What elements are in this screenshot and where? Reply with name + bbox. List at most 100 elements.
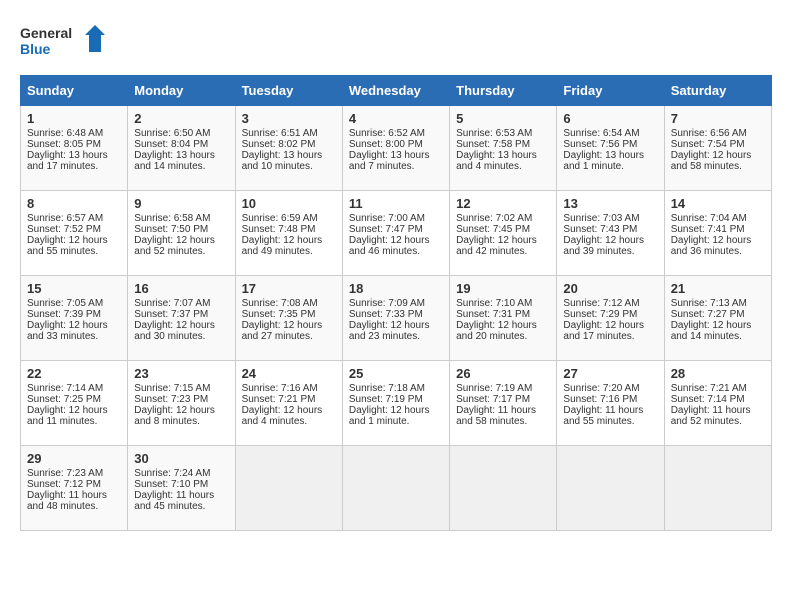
day-number: 23	[134, 366, 228, 381]
sunset-label: Sunset: 7:48 PM	[242, 224, 316, 235]
daylight-label: Daylight: 13 hours and 10 minutes.	[242, 150, 323, 172]
calendar-table: SundayMondayTuesdayWednesdayThursdayFrid…	[20, 75, 772, 531]
calendar-header-row: SundayMondayTuesdayWednesdayThursdayFrid…	[21, 76, 772, 106]
daylight-label: Daylight: 12 hours and 17 minutes.	[563, 320, 644, 342]
sunset-label: Sunset: 7:10 PM	[134, 479, 208, 490]
calendar-cell: 8 Sunrise: 6:57 AM Sunset: 7:52 PM Dayli…	[21, 191, 128, 276]
daylight-label: Daylight: 11 hours and 55 minutes.	[563, 405, 643, 427]
calendar-cell: 13 Sunrise: 7:03 AM Sunset: 7:43 PM Dayl…	[557, 191, 664, 276]
sunrise-label: Sunrise: 7:05 AM	[27, 298, 103, 309]
calendar-week-row: 22 Sunrise: 7:14 AM Sunset: 7:25 PM Dayl…	[21, 361, 772, 446]
sunset-label: Sunset: 8:02 PM	[242, 139, 316, 150]
sunrise-label: Sunrise: 7:10 AM	[456, 298, 532, 309]
daylight-label: Daylight: 11 hours and 45 minutes.	[134, 490, 214, 512]
day-number: 9	[134, 196, 228, 211]
column-header-friday: Friday	[557, 76, 664, 106]
calendar-cell: 27 Sunrise: 7:20 AM Sunset: 7:16 PM Dayl…	[557, 361, 664, 446]
sunset-label: Sunset: 7:17 PM	[456, 394, 530, 405]
calendar-cell: 2 Sunrise: 6:50 AM Sunset: 8:04 PM Dayli…	[128, 106, 235, 191]
sunset-label: Sunset: 7:45 PM	[456, 224, 530, 235]
daylight-label: Daylight: 13 hours and 7 minutes.	[349, 150, 430, 172]
day-number: 18	[349, 281, 443, 296]
day-number: 6	[563, 111, 657, 126]
calendar-cell: 20 Sunrise: 7:12 AM Sunset: 7:29 PM Dayl…	[557, 276, 664, 361]
sunset-label: Sunset: 7:43 PM	[563, 224, 637, 235]
calendar-cell: 18 Sunrise: 7:09 AM Sunset: 7:33 PM Dayl…	[342, 276, 449, 361]
calendar-cell: 3 Sunrise: 6:51 AM Sunset: 8:02 PM Dayli…	[235, 106, 342, 191]
daylight-label: Daylight: 12 hours and 58 minutes.	[671, 150, 752, 172]
sunrise-label: Sunrise: 7:16 AM	[242, 383, 318, 394]
svg-text:Blue: Blue	[20, 41, 51, 57]
day-number: 13	[563, 196, 657, 211]
sunset-label: Sunset: 8:00 PM	[349, 139, 423, 150]
column-header-thursday: Thursday	[450, 76, 557, 106]
sunrise-label: Sunrise: 6:53 AM	[456, 128, 532, 139]
sunset-label: Sunset: 7:35 PM	[242, 309, 316, 320]
day-number: 28	[671, 366, 765, 381]
sunrise-label: Sunrise: 7:20 AM	[563, 383, 639, 394]
daylight-label: Daylight: 12 hours and 11 minutes.	[27, 405, 108, 427]
sunset-label: Sunset: 7:29 PM	[563, 309, 637, 320]
calendar-cell	[450, 446, 557, 531]
calendar-cell: 6 Sunrise: 6:54 AM Sunset: 7:56 PM Dayli…	[557, 106, 664, 191]
sunrise-label: Sunrise: 7:03 AM	[563, 213, 639, 224]
sunset-label: Sunset: 7:19 PM	[349, 394, 423, 405]
calendar-cell: 19 Sunrise: 7:10 AM Sunset: 7:31 PM Dayl…	[450, 276, 557, 361]
calendar-cell: 25 Sunrise: 7:18 AM Sunset: 7:19 PM Dayl…	[342, 361, 449, 446]
sunrise-label: Sunrise: 7:14 AM	[27, 383, 103, 394]
sunset-label: Sunset: 8:05 PM	[27, 139, 101, 150]
calendar-cell: 12 Sunrise: 7:02 AM Sunset: 7:45 PM Dayl…	[450, 191, 557, 276]
sunrise-label: Sunrise: 7:09 AM	[349, 298, 425, 309]
sunrise-label: Sunrise: 7:02 AM	[456, 213, 532, 224]
day-number: 1	[27, 111, 121, 126]
day-number: 30	[134, 451, 228, 466]
sunset-label: Sunset: 7:33 PM	[349, 309, 423, 320]
day-number: 14	[671, 196, 765, 211]
day-number: 25	[349, 366, 443, 381]
daylight-label: Daylight: 12 hours and 36 minutes.	[671, 235, 752, 257]
day-number: 2	[134, 111, 228, 126]
daylight-label: Daylight: 12 hours and 39 minutes.	[563, 235, 644, 257]
sunset-label: Sunset: 7:23 PM	[134, 394, 208, 405]
sunrise-label: Sunrise: 7:15 AM	[134, 383, 210, 394]
calendar-cell: 17 Sunrise: 7:08 AM Sunset: 7:35 PM Dayl…	[235, 276, 342, 361]
sunrise-label: Sunrise: 6:56 AM	[671, 128, 747, 139]
sunrise-label: Sunrise: 7:07 AM	[134, 298, 210, 309]
calendar-cell: 9 Sunrise: 6:58 AM Sunset: 7:50 PM Dayli…	[128, 191, 235, 276]
sunset-label: Sunset: 7:58 PM	[456, 139, 530, 150]
calendar-cell: 29 Sunrise: 7:23 AM Sunset: 7:12 PM Dayl…	[21, 446, 128, 531]
logo-svg: General Blue	[20, 20, 110, 65]
column-header-wednesday: Wednesday	[342, 76, 449, 106]
day-number: 29	[27, 451, 121, 466]
calendar-cell	[664, 446, 771, 531]
day-number: 10	[242, 196, 336, 211]
daylight-label: Daylight: 13 hours and 1 minute.	[563, 150, 644, 172]
column-header-saturday: Saturday	[664, 76, 771, 106]
sunset-label: Sunset: 7:16 PM	[563, 394, 637, 405]
calendar-week-row: 8 Sunrise: 6:57 AM Sunset: 7:52 PM Dayli…	[21, 191, 772, 276]
sunset-label: Sunset: 7:41 PM	[671, 224, 745, 235]
calendar-cell: 15 Sunrise: 7:05 AM Sunset: 7:39 PM Dayl…	[21, 276, 128, 361]
daylight-label: Daylight: 13 hours and 14 minutes.	[134, 150, 215, 172]
calendar-cell: 22 Sunrise: 7:14 AM Sunset: 7:25 PM Dayl…	[21, 361, 128, 446]
day-number: 20	[563, 281, 657, 296]
daylight-label: Daylight: 12 hours and 55 minutes.	[27, 235, 108, 257]
day-number: 19	[456, 281, 550, 296]
sunset-label: Sunset: 8:04 PM	[134, 139, 208, 150]
daylight-label: Daylight: 12 hours and 30 minutes.	[134, 320, 215, 342]
calendar-cell: 1 Sunrise: 6:48 AM Sunset: 8:05 PM Dayli…	[21, 106, 128, 191]
day-number: 26	[456, 366, 550, 381]
day-number: 11	[349, 196, 443, 211]
calendar-cell: 16 Sunrise: 7:07 AM Sunset: 7:37 PM Dayl…	[128, 276, 235, 361]
calendar-cell	[342, 446, 449, 531]
daylight-label: Daylight: 12 hours and 46 minutes.	[349, 235, 430, 257]
sunrise-label: Sunrise: 7:04 AM	[671, 213, 747, 224]
sunset-label: Sunset: 7:25 PM	[27, 394, 101, 405]
daylight-label: Daylight: 12 hours and 4 minutes.	[242, 405, 323, 427]
day-number: 4	[349, 111, 443, 126]
calendar-week-row: 29 Sunrise: 7:23 AM Sunset: 7:12 PM Dayl…	[21, 446, 772, 531]
calendar-cell	[557, 446, 664, 531]
sunset-label: Sunset: 7:12 PM	[27, 479, 101, 490]
calendar-week-row: 15 Sunrise: 7:05 AM Sunset: 7:39 PM Dayl…	[21, 276, 772, 361]
day-number: 16	[134, 281, 228, 296]
